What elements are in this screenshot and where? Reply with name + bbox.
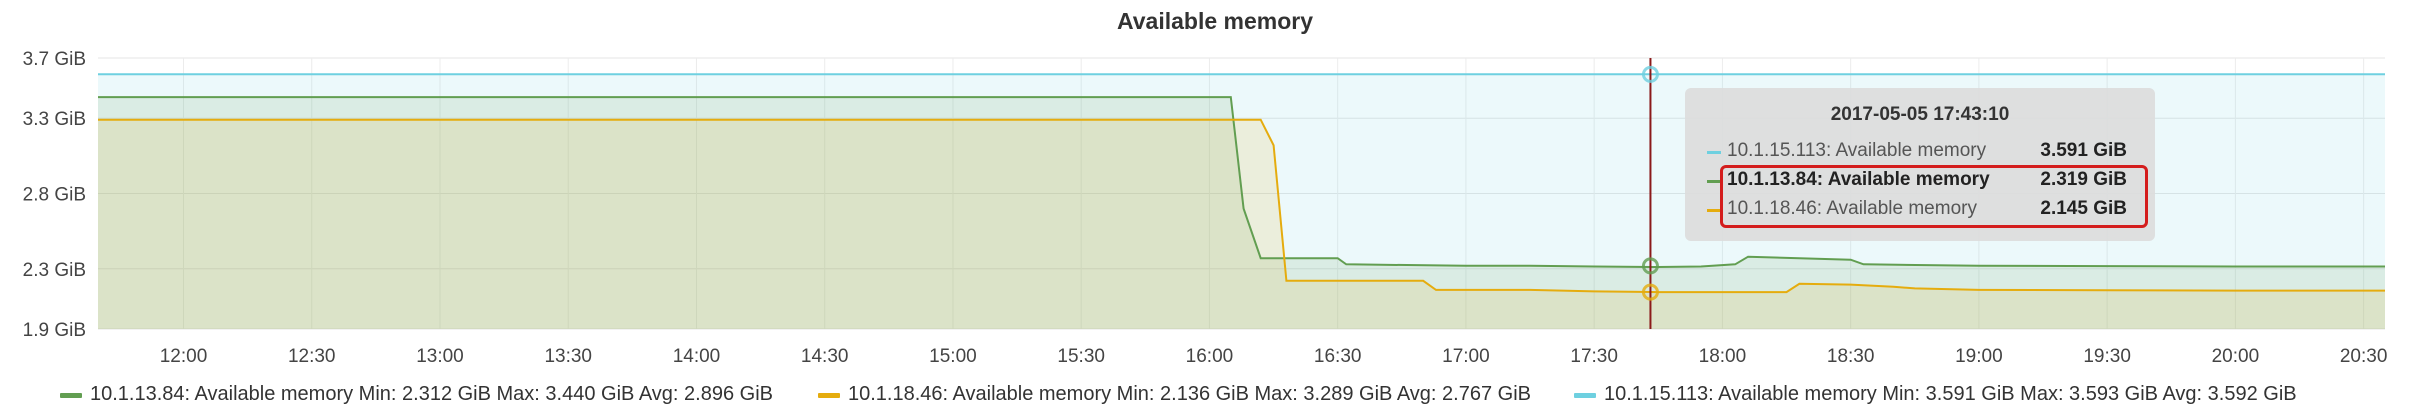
x-tick-label: 16:30 xyxy=(1314,346,1362,367)
legend-swatch xyxy=(60,393,82,398)
x-axis: 12:00 12:30 13:00 13:30 14:00 14:30 15:00 15:30… xyxy=(160,346,2388,367)
y-tick-label: 2.3 GiB xyxy=(23,260,86,281)
y-tick-label: 2.8 GiB xyxy=(23,185,86,206)
x-tick-label: 15:00 xyxy=(929,346,977,367)
y-tick-label: 1.9 GiB xyxy=(23,320,86,341)
tooltip-series-label: 10.1.15.113: Available memory xyxy=(1727,140,1987,161)
x-tick-label: 12:00 xyxy=(160,346,208,367)
legend-text: 10.1.15.113: Available memory Min: 3.591… xyxy=(1604,383,2297,405)
x-tick-label: 20:00 xyxy=(2212,346,2260,367)
legend-text: 10.1.13.84: Available memory Min: 2.312 … xyxy=(90,383,773,405)
legend-text: 10.1.18.46: Available memory Min: 2.136 … xyxy=(848,383,1531,405)
y-tick-label: 3.3 GiB xyxy=(23,109,86,130)
tooltip-time: 2017-05-05 17:43:10 xyxy=(1830,104,2010,125)
tooltip-value: 3.591 GiB xyxy=(2040,140,2127,161)
graph-panel: Available memory 1.9 GiB 2.3 GiB 2.8 GiB 3.… xyxy=(0,0,2430,420)
x-tick-label: 13:30 xyxy=(544,346,592,367)
x-tick-label: 13:00 xyxy=(416,346,464,367)
legend: 10.1.13.84: Available memory Min: 2.312 … xyxy=(60,381,2420,411)
x-tick-label: 17:30 xyxy=(1570,346,1618,367)
x-tick-label: 12:30 xyxy=(288,346,336,367)
tooltip-swatch xyxy=(1707,180,1721,183)
x-tick-label: 18:30 xyxy=(1827,346,1875,367)
x-tick-label: 19:00 xyxy=(1955,346,2003,367)
x-tick-label: 17:00 xyxy=(1442,346,1490,367)
legend-swatch xyxy=(1574,393,1596,398)
y-axis: 1.9 GiB 2.3 GiB 2.8 GiB 3.3 GiB 3.7 GiB xyxy=(23,49,86,341)
x-tick-label: 15:30 xyxy=(1057,346,1105,367)
x-tick-label: 14:00 xyxy=(673,346,721,367)
x-tick-label: 16:00 xyxy=(1186,346,1234,367)
y-tick-label: 3.7 GiB xyxy=(23,49,86,70)
annotation-highlight-box xyxy=(1720,165,2148,228)
x-tick-label: 18:00 xyxy=(1699,346,1747,367)
legend-swatch xyxy=(818,393,840,398)
x-tick-label: 14:30 xyxy=(801,346,849,367)
x-tick-label: 19:30 xyxy=(2083,346,2131,367)
tooltip-row: 10.1.15.113: Available memory 3.591 GiB xyxy=(1707,138,2147,166)
tooltip-swatch xyxy=(1707,151,1721,154)
x-tick-label: 20:30 xyxy=(2340,346,2388,367)
tooltip-swatch xyxy=(1707,209,1721,212)
